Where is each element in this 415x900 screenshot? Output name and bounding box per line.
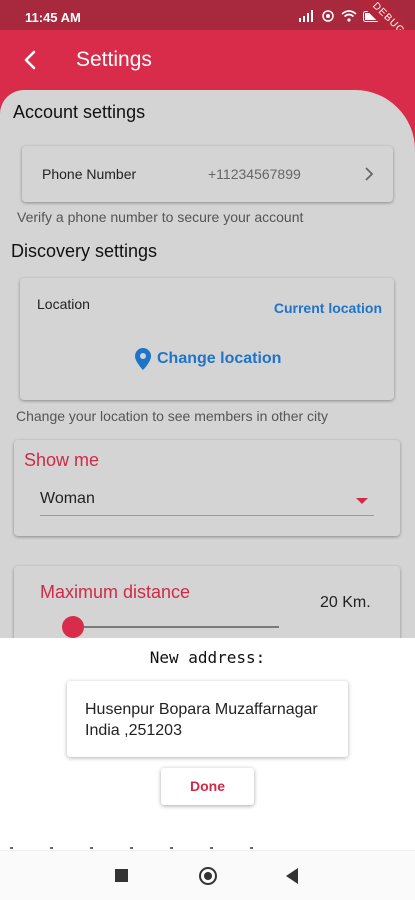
max-distance-value: 20 Km. [320,594,371,611]
dialog-title: New address: [149,648,266,667]
show-me-dropdown[interactable]: Woman [40,486,374,516]
show-me-card: Show me Woman [14,440,400,536]
settings-content[interactable]: Account settings Phone Number +112345678… [0,90,415,640]
location-helper-text: Change your location to see members in o… [16,408,329,424]
current-location-link[interactable]: Current location [274,300,382,316]
status-bar: 11:45 AM DEBUG [0,0,415,65]
phone-number-value: +11234567899 [208,166,301,182]
address-card: Husenpur Bopara Muzaffarnagar India ,251… [67,681,348,757]
discovery-settings-heading: Discovery settings [11,241,158,261]
distance-slider-thumb[interactable] [62,616,84,638]
distance-slider-track[interactable] [74,626,279,628]
signal-icon [299,10,313,22]
show-me-value: Woman [40,490,95,507]
location-pin-icon [135,348,151,370]
dropdown-caret-icon [356,498,368,504]
system-nav-bar [0,850,415,900]
system-back-icon[interactable] [286,868,298,884]
status-time: 11:45 AM [25,10,81,25]
account-settings-heading: Account settings [13,102,146,122]
phone-number-row[interactable]: Phone Number +11234567899 [22,146,393,202]
max-distance-card: Maximum distance 20 Km. [14,566,400,640]
home-icon[interactable] [199,867,217,885]
show-me-heading: Show me [24,450,100,470]
recent-apps-icon[interactable] [115,869,128,882]
chevron-right-icon [365,167,374,181]
max-distance-heading: Maximum distance [40,582,191,602]
address-text: Husenpur Bopara Muzaffarnagar India ,251… [85,701,318,739]
location-card: Location Current location Change locatio… [20,278,394,400]
app-bar: Settings [0,30,415,90]
page-title: Settings [76,48,152,71]
done-button[interactable]: Done [161,768,254,805]
phone-helper-text: Verify a phone number to secure your acc… [17,209,304,225]
back-arrow-icon [24,50,36,70]
back-button[interactable] [16,46,44,74]
change-location-label: Change location [157,350,282,367]
new-address-dialog: New address: Husenpur Bopara Muzaffarnag… [0,638,415,850]
location-label: Location [37,296,90,312]
wifi-icon [341,10,357,22]
phone-number-label: Phone Number [42,166,137,182]
hotspot-icon [322,10,334,22]
change-location-button[interactable]: Change location [135,348,281,370]
dialog-divider [10,847,260,849]
